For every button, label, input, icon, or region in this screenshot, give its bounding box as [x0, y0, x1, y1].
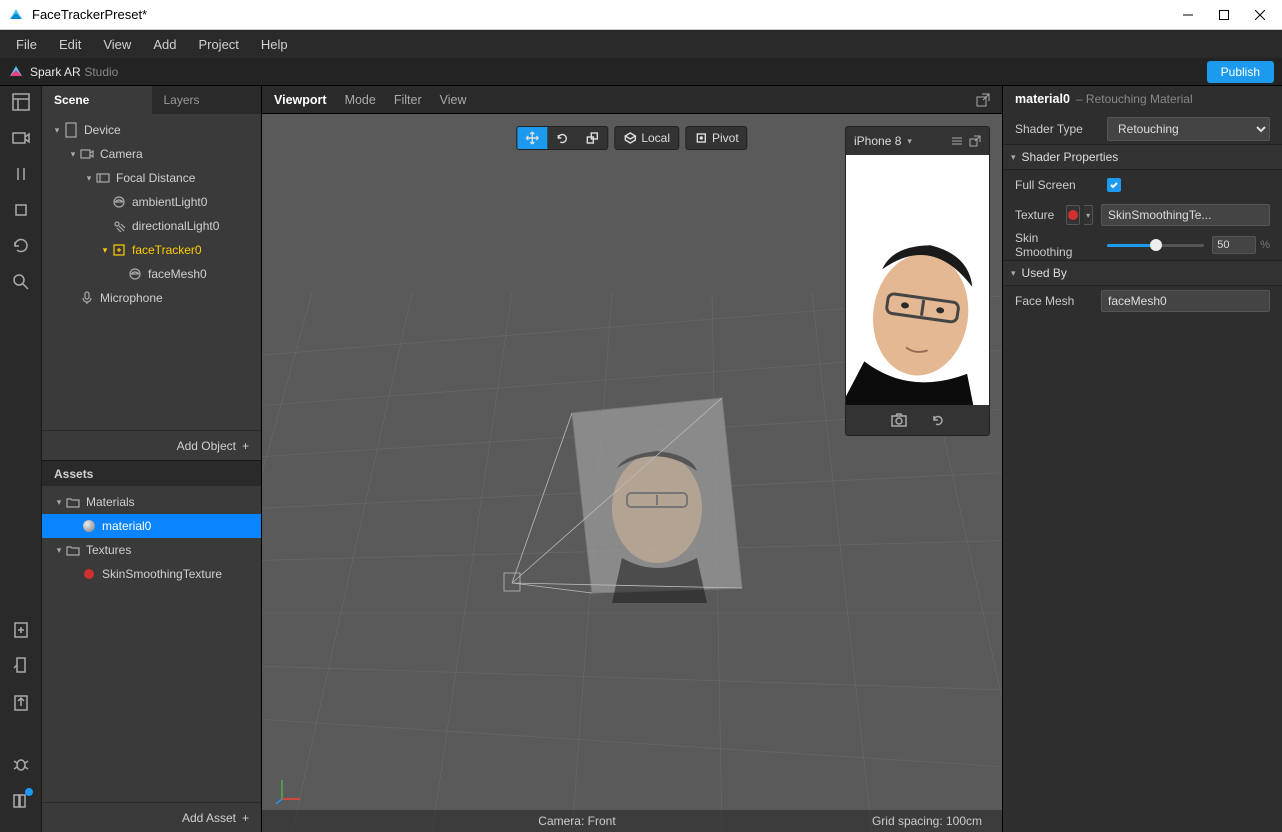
used-by-header[interactable]: Used By [1022, 266, 1067, 280]
inspector-subtitle: – Retouching Material [1076, 92, 1193, 106]
refresh-icon[interactable] [11, 236, 31, 256]
assets-header: Assets [42, 460, 261, 486]
status-grid: Grid spacing: 100cm [872, 814, 982, 828]
scene-camera[interactable]: ▾Camera [42, 142, 261, 166]
add-asset-button[interactable]: Add Asset+ [42, 802, 261, 832]
tab-scene[interactable]: Scene [42, 86, 152, 114]
fullscreen-checkbox[interactable] [1107, 178, 1121, 192]
assets-tree: ▾Materials material0 ▾Textures SkinSmoot… [42, 486, 261, 802]
assets-skin-texture[interactable]: SkinSmoothingTexture [42, 562, 261, 586]
pause-icon[interactable] [11, 164, 31, 184]
tool-move[interactable] [517, 127, 547, 149]
scene-tree: ▾Device ▾Camera ▾Focal Distance ambientL… [42, 114, 261, 430]
scene-focal-distance[interactable]: ▾Focal Distance [42, 166, 261, 190]
menu-view[interactable]: View [93, 33, 141, 56]
viewport-toolbar: Local Pivot [516, 126, 747, 150]
menu-file[interactable]: File [6, 33, 47, 56]
texture-chevron[interactable]: ▾ [1084, 205, 1093, 225]
left-panel: Scene Layers ▾Device ▾Camera ▾Focal Dist… [42, 86, 262, 832]
preview-popout-icon[interactable] [969, 135, 981, 147]
menu-help[interactable]: Help [251, 33, 298, 56]
assets-textures-folder[interactable]: ▾Textures [42, 538, 261, 562]
scene-microphone[interactable]: Microphone [42, 286, 261, 310]
preview-device-select[interactable]: iPhone 8 [854, 134, 901, 148]
bug-icon[interactable] [11, 754, 31, 774]
brand-label: Spark AR Studio [30, 64, 118, 79]
add-object-button[interactable]: Add Object+ [42, 430, 261, 460]
axis-gizmo [274, 774, 304, 804]
shader-type-select[interactable]: Retouching [1107, 117, 1270, 141]
menu-bar: File Edit View Add Project Help [0, 30, 1282, 58]
spark-logo-icon [8, 64, 24, 80]
window-titlebar: FaceTrackerPreset* [0, 0, 1282, 30]
app-logo-icon [8, 7, 24, 23]
skin-smoothing-label: Skin Smoothing [1015, 231, 1099, 259]
menu-project[interactable]: Project [188, 33, 248, 56]
tab-filter[interactable]: Filter [394, 93, 422, 107]
texture-swatch[interactable] [1066, 205, 1080, 225]
tool-pivot[interactable]: Pivot [686, 127, 747, 149]
shader-type-label: Shader Type [1015, 122, 1099, 136]
tab-mode[interactable]: Mode [345, 93, 376, 107]
viewport-statusbar: Camera: Front Grid spacing: 100cm [262, 810, 1002, 832]
viewport-area: Viewport Mode Filter View [262, 86, 1002, 832]
used-by-facemesh-field[interactable] [1101, 290, 1270, 312]
assets-materials-folder[interactable]: ▾Materials [42, 490, 261, 514]
fullscreen-label: Full Screen [1015, 178, 1099, 192]
tab-viewport[interactable]: Viewport [274, 93, 327, 107]
preview-reset-icon[interactable] [931, 413, 945, 427]
3d-canvas[interactable]: Local Pivot iPhone 8 ▾ [262, 114, 1002, 832]
window-close-button[interactable] [1238, 0, 1282, 30]
camera-icon[interactable] [11, 128, 31, 148]
tool-scale[interactable] [577, 127, 607, 149]
send-to-device-icon[interactable] [11, 656, 31, 676]
scene-ambient-light[interactable]: ambientLight0 [42, 190, 261, 214]
left-icon-rail [0, 86, 42, 832]
layout-icon[interactable] [11, 92, 31, 112]
stop-icon[interactable] [11, 200, 31, 220]
export-icon[interactable] [11, 692, 31, 712]
preview-capture-icon[interactable] [891, 413, 907, 427]
library-icon[interactable] [11, 790, 31, 810]
popout-icon[interactable] [976, 93, 990, 107]
scene-directional-light[interactable]: directionalLight0 [42, 214, 261, 238]
search-icon[interactable] [11, 272, 31, 292]
menu-edit[interactable]: Edit [49, 33, 91, 56]
assets-material0[interactable]: material0 [42, 514, 261, 538]
inspector-panel: material0 – Retouching Material Shader T… [1002, 86, 1282, 832]
brand-bar: Spark AR Studio Publish [0, 58, 1282, 86]
inspector-title: material0 [1015, 92, 1070, 106]
shader-properties-header[interactable]: Shader Properties [1022, 150, 1119, 164]
preview-menu-icon[interactable] [951, 136, 963, 146]
tool-local[interactable]: Local [615, 127, 678, 149]
tab-view[interactable]: View [440, 93, 467, 107]
texture-label: Texture [1015, 208, 1058, 222]
device-preview: iPhone 8 ▾ [845, 126, 990, 436]
used-by-facemesh-label: Face Mesh [1015, 294, 1093, 308]
status-camera: Camera: Front [538, 814, 615, 828]
tool-rotate[interactable] [547, 127, 577, 149]
tab-layers[interactable]: Layers [152, 86, 262, 114]
scene-face-mesh[interactable]: faceMesh0 [42, 262, 261, 286]
publish-button[interactable]: Publish [1207, 61, 1274, 83]
preview-image [846, 155, 989, 405]
skin-smoothing-slider[interactable] [1107, 244, 1204, 247]
scene-face-tracker[interactable]: ▾faceTracker0 [42, 238, 261, 262]
scene-device[interactable]: ▾Device [42, 118, 261, 142]
menu-add[interactable]: Add [143, 33, 186, 56]
texture-name-field[interactable] [1101, 204, 1270, 226]
add-file-icon[interactable] [11, 620, 31, 640]
skin-smoothing-value[interactable] [1212, 236, 1256, 254]
window-title: FaceTrackerPreset* [32, 7, 1166, 22]
